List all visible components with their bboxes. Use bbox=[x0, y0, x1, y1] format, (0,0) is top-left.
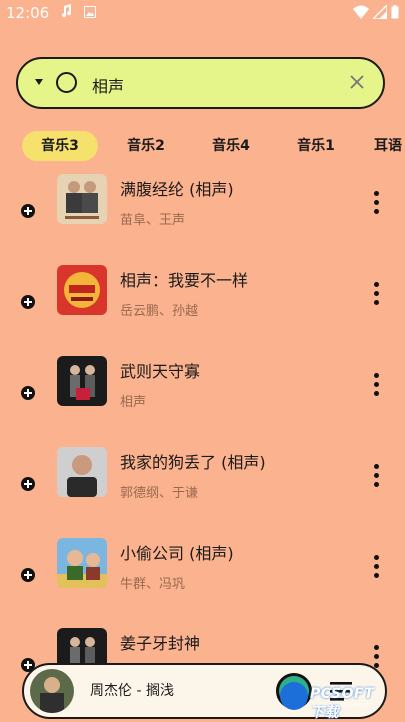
list-item[interactable]: 相声：我要不一样 岳云鹏、孙越 bbox=[0, 265, 405, 357]
song-artist: 岳云鹏、孙越 bbox=[120, 304, 199, 319]
watermark-url: www.pcsoft.com.cn bbox=[312, 702, 371, 709]
song-artist: 郭德纲、于谦 bbox=[120, 486, 199, 501]
status-icons bbox=[353, 5, 399, 19]
album-cover bbox=[57, 538, 107, 588]
search-circle-icon bbox=[56, 72, 77, 93]
song-title: 姜子牙封神 bbox=[120, 634, 201, 653]
player-album-cover bbox=[30, 669, 74, 713]
add-icon[interactable] bbox=[21, 477, 35, 491]
music-note-icon bbox=[62, 4, 72, 18]
list-item[interactable]: 我家的狗丢了 (相声) 郭德纲、于谦 bbox=[0, 447, 405, 539]
song-title: 我家的狗丢了 (相声) bbox=[120, 453, 266, 472]
album-cover bbox=[57, 447, 107, 497]
song-artist: 苗阜、王声 bbox=[120, 213, 186, 228]
battery-icon bbox=[391, 5, 399, 19]
song-artist: 相声 bbox=[120, 395, 147, 410]
more-options-icon[interactable] bbox=[369, 282, 383, 312]
search-bar[interactable]: 相声 bbox=[16, 57, 385, 109]
clear-icon[interactable] bbox=[349, 74, 365, 90]
add-icon[interactable] bbox=[21, 568, 35, 582]
tab-music3[interactable]: 音乐3 bbox=[22, 131, 98, 161]
add-icon[interactable] bbox=[21, 204, 35, 218]
signal-icon bbox=[373, 5, 387, 19]
list-item[interactable]: 满腹经纶 (相声) 苗阜、王声 bbox=[0, 174, 405, 266]
tab-music2[interactable]: 音乐2 bbox=[108, 131, 184, 161]
more-options-icon[interactable] bbox=[369, 373, 383, 403]
more-options-icon[interactable] bbox=[369, 464, 383, 494]
image-icon bbox=[84, 6, 96, 18]
tab-whisper[interactable]: 耳语 bbox=[374, 131, 405, 161]
category-tabs: 音乐3 音乐2 音乐4 音乐1 耳语 bbox=[0, 126, 405, 164]
album-cover bbox=[57, 356, 107, 406]
status-bar: 12:06 bbox=[0, 0, 405, 28]
list-item[interactable]: 武则天守寡 相声 bbox=[0, 356, 405, 448]
song-title: 满腹经纶 (相声) bbox=[120, 180, 234, 199]
song-title: 武则天守寡 bbox=[120, 362, 201, 381]
status-time: 12:06 bbox=[6, 4, 50, 22]
tab-music4[interactable]: 音乐4 bbox=[193, 131, 269, 161]
list-item[interactable]: 小偷公司 (相声) 牛群、冯巩 bbox=[0, 538, 405, 630]
wifi-icon bbox=[353, 5, 369, 19]
album-cover bbox=[57, 265, 107, 315]
more-options-icon[interactable] bbox=[369, 191, 383, 221]
dropdown-caret-icon[interactable] bbox=[34, 77, 44, 87]
tab-music1[interactable]: 音乐1 bbox=[278, 131, 354, 161]
song-title: 小偷公司 (相声) bbox=[120, 544, 234, 563]
more-options-icon[interactable] bbox=[369, 555, 383, 585]
song-artist: 牛群、冯巩 bbox=[120, 577, 186, 592]
album-cover bbox=[57, 174, 107, 224]
song-title: 相声：我要不一样 bbox=[120, 271, 249, 290]
search-input[interactable]: 相声 bbox=[92, 73, 124, 97]
now-playing-title: 周杰伦 - 搁浅 bbox=[90, 683, 174, 699]
watermark-logo-icon bbox=[280, 682, 308, 710]
add-icon[interactable] bbox=[21, 295, 35, 309]
add-icon[interactable] bbox=[21, 386, 35, 400]
